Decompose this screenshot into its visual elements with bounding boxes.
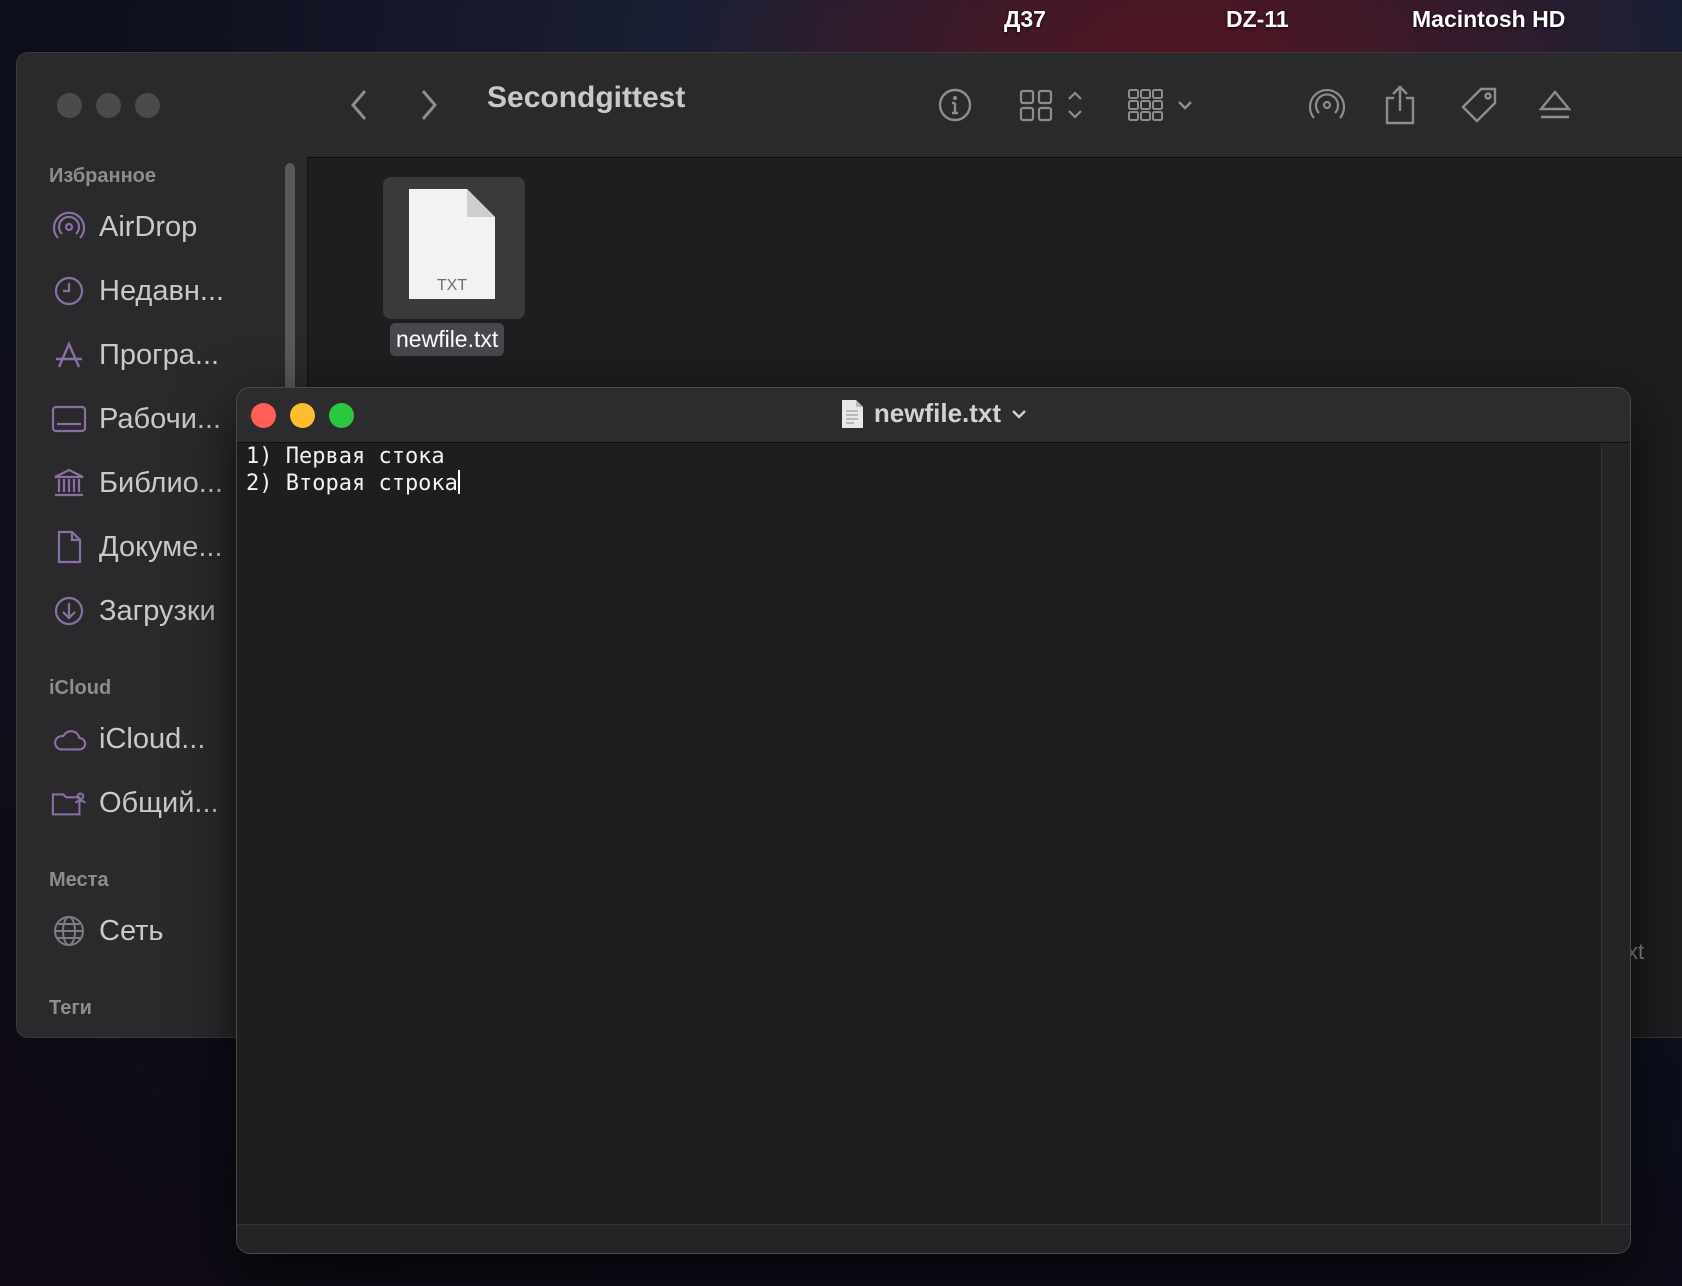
chevron-right-icon (421, 90, 437, 120)
sidebar-item-label: Библио... (99, 466, 223, 499)
sidebar-item-label: Сеть (99, 914, 164, 947)
file-type-label: TXT (437, 277, 467, 294)
sidebar-item-applications[interactable]: Програ... (51, 335, 301, 375)
sidebar-item-airdrop[interactable]: AirDrop (51, 207, 301, 247)
txt-file-icon: TXT (409, 189, 495, 299)
view-mode-button[interactable] (1019, 83, 1087, 127)
finder-close-button[interactable] (57, 93, 82, 118)
sidebar-scrollbar[interactable] (285, 163, 295, 403)
horizontal-scrollbar[interactable] (237, 1224, 1630, 1253)
document-icon (51, 529, 87, 565)
text-editing-area[interactable]: 1) Первая стока 2) Вторая строка (246, 444, 460, 497)
applications-icon (51, 337, 87, 373)
sidebar-item-recents[interactable]: Недавн... (51, 271, 301, 311)
chevron-left-icon (351, 90, 367, 120)
file-name-label[interactable]: newfile.txt (390, 323, 505, 356)
sidebar-item-label: Докуме... (99, 530, 223, 563)
share-button[interactable] (1383, 83, 1417, 127)
sidebar-item-label: Програ... (99, 338, 220, 371)
share-icon (1385, 85, 1415, 125)
document-proxy-icon (841, 399, 863, 428)
finder-window-controls (57, 93, 160, 118)
group-by-button[interactable] (1127, 83, 1197, 127)
grid-view-icon (1019, 89, 1082, 122)
eject-icon (1538, 90, 1572, 119)
desktop-icon (51, 401, 87, 437)
file-icon-selection[interactable]: TXT (383, 177, 525, 319)
sidebar-item-label: iCloud... (99, 722, 206, 755)
cloud-icon (51, 721, 87, 757)
tag-icon (1461, 87, 1497, 123)
text-line-2-wrap: 2) Вторая строка (246, 470, 460, 497)
text-caret (457, 470, 460, 494)
sidebar-item-label: AirDrop (99, 210, 198, 243)
sidebar-heading-favorites: Избранное (49, 165, 157, 187)
airdrop-toolbar-icon (1308, 89, 1346, 119)
text-line-1: 1) Первая стока (246, 444, 445, 469)
vertical-scrollbar[interactable] (1601, 443, 1630, 1225)
textedit-window: newfile.txt 1) Первая стока 2) Вторая стр… (236, 387, 1631, 1254)
tags-button[interactable] (1459, 83, 1499, 127)
airdrop-share-button[interactable] (1307, 83, 1347, 127)
eject-button[interactable] (1537, 83, 1573, 127)
info-icon (938, 88, 972, 122)
globe-icon (51, 913, 87, 949)
textedit-title-group[interactable]: newfile.txt (237, 398, 1630, 429)
group-icon (1128, 89, 1192, 121)
clock-icon (51, 273, 87, 309)
chevron-down-icon (1012, 409, 1026, 419)
get-info-button[interactable] (937, 83, 973, 127)
shared-folder-icon (51, 785, 87, 821)
sidebar-item-label: Рабочи... (99, 402, 222, 435)
sidebar-item-label: Загрузки (99, 594, 216, 627)
finder-zoom-button[interactable] (135, 93, 160, 118)
forward-button[interactable] (417, 83, 441, 127)
downloads-icon (51, 593, 87, 629)
text-line-2: 2) Вторая строка (246, 471, 458, 496)
desktop-label-dz11[interactable]: DZ-11 (1226, 6, 1289, 33)
textedit-titlebar[interactable]: newfile.txt (237, 388, 1630, 443)
sidebar-item-label: Общий... (99, 786, 219, 819)
sidebar-heading-tags: Теги (49, 997, 92, 1019)
sidebar-heading-places: Места (49, 869, 109, 891)
sidebar-heading-icloud: iCloud (49, 677, 112, 699)
finder-window-title: Secondgittest (487, 81, 686, 114)
sidebar-item-label: Недавн... (99, 274, 225, 307)
airdrop-icon (51, 209, 87, 245)
textedit-window-title: newfile.txt (873, 398, 1002, 428)
desktop-label-macintosh-hd[interactable]: Macintosh HD (1412, 6, 1565, 33)
finder-minimize-button[interactable] (96, 93, 121, 118)
back-button[interactable] (347, 83, 371, 127)
desktop-label-d37[interactable]: Д37 (1004, 6, 1046, 33)
library-icon (51, 465, 87, 501)
finder-toolbar: Secondgittest (307, 53, 1682, 158)
